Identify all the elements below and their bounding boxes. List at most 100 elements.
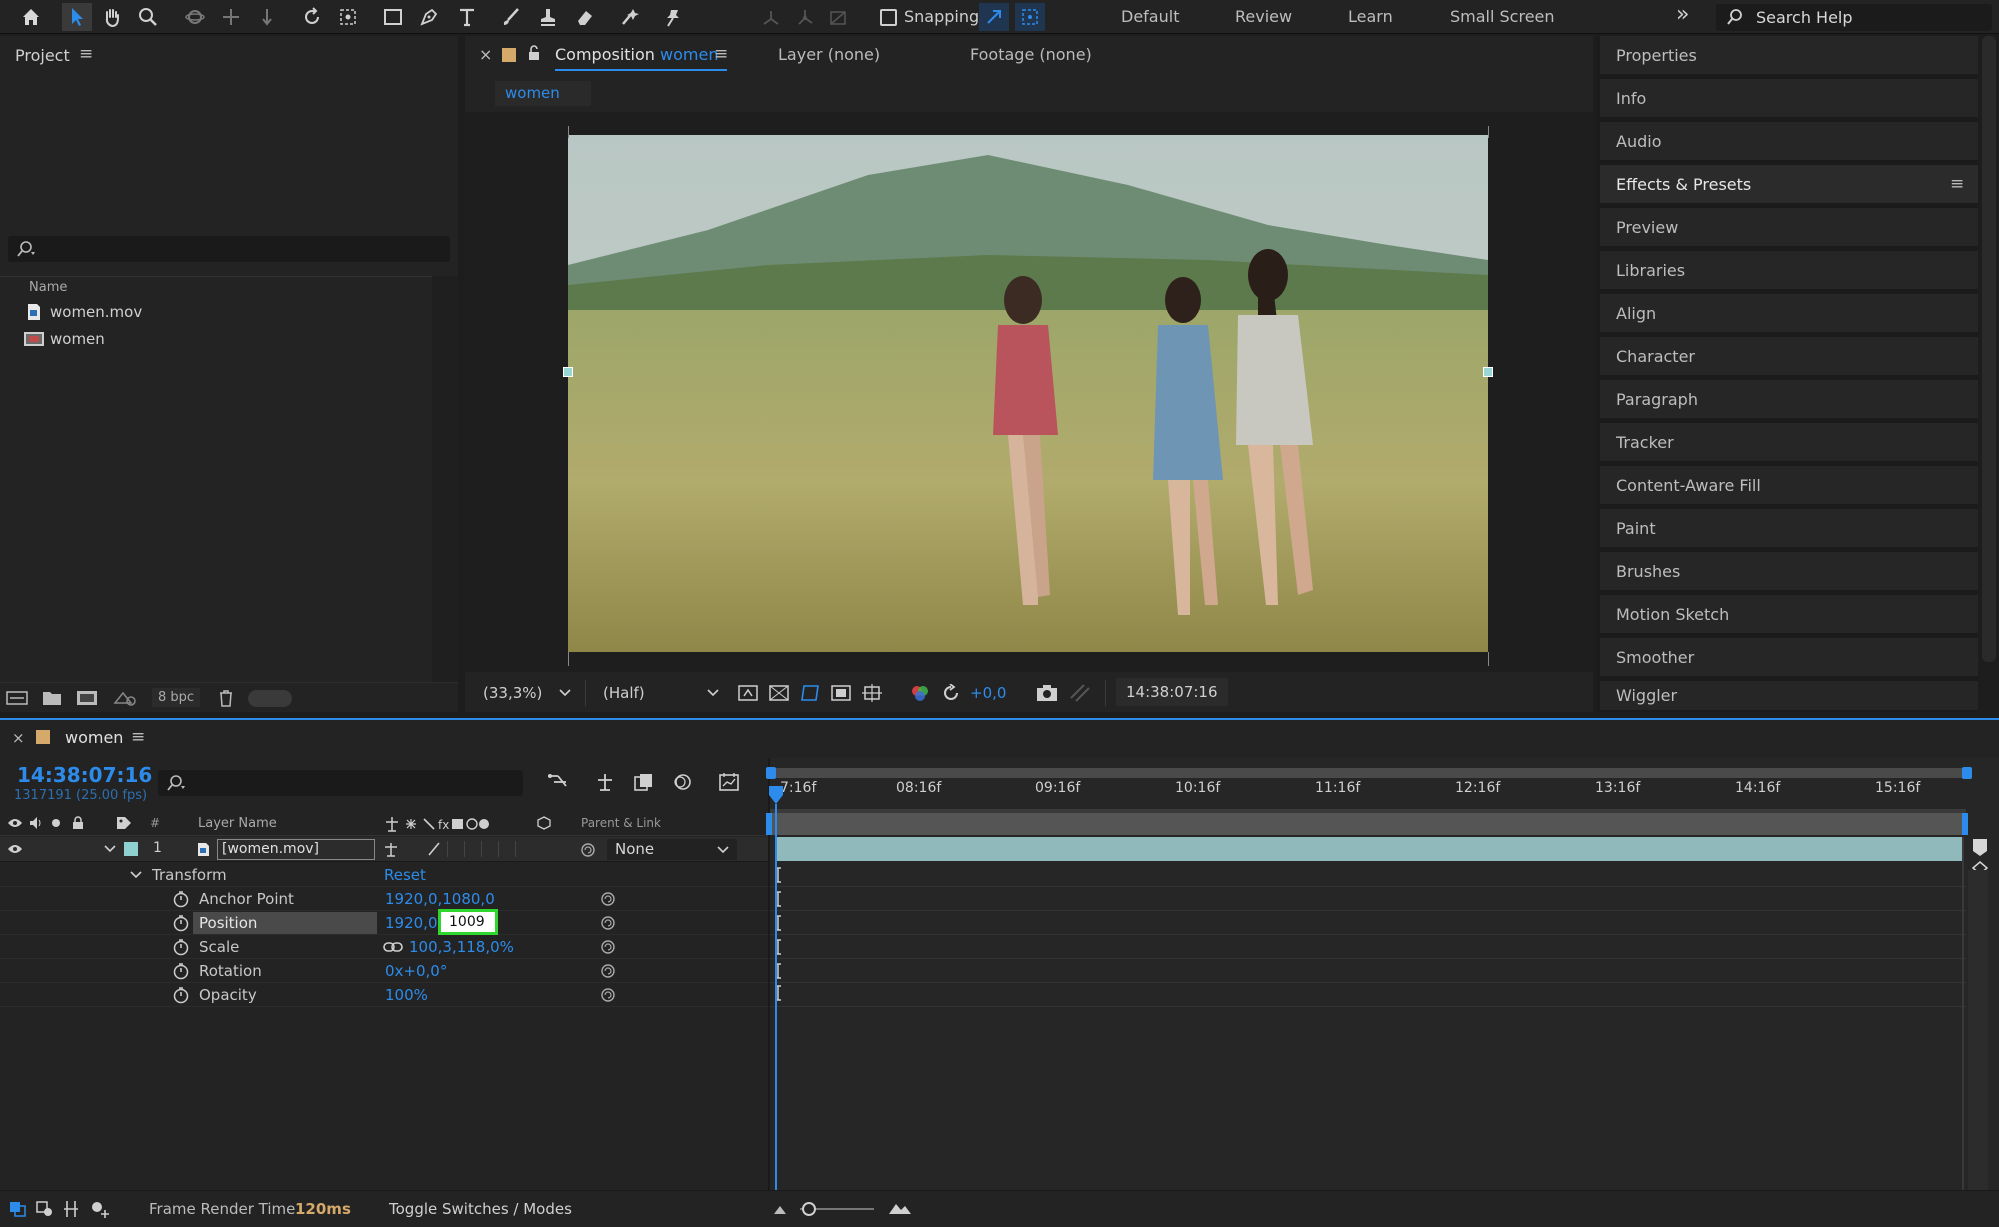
- pick-whip-icon[interactable]: [600, 987, 616, 1003]
- hand-tool-icon[interactable]: [97, 3, 127, 31]
- zoom-in-mountain-icon[interactable]: [888, 1201, 912, 1215]
- eye-icon[interactable]: [7, 817, 23, 829]
- viewer-area[interactable]: [465, 112, 1593, 672]
- eraser-tool-icon[interactable]: [570, 3, 600, 31]
- property-value[interactable]: 100%: [385, 986, 428, 1004]
- layer-switches-pane-icon[interactable]: [9, 1201, 27, 1217]
- pen-tool-icon[interactable]: [414, 3, 444, 31]
- workspace-review[interactable]: Review: [1235, 7, 1292, 26]
- comp-close-button[interactable]: ×: [479, 45, 492, 64]
- audio-icon[interactable]: [29, 816, 43, 830]
- property-row-rotation[interactable]: Rotation 0x+0,0°: [0, 959, 768, 983]
- composition-flowchart-icon[interactable]: [546, 772, 568, 792]
- axis-world-icon[interactable]: [790, 3, 820, 31]
- property-value[interactable]: 1920,0,: [385, 914, 442, 932]
- project-item[interactable]: women.mov: [0, 299, 432, 325]
- pan-camera-icon[interactable]: [216, 3, 246, 31]
- playhead-handle-icon[interactable]: [768, 785, 784, 805]
- orbit-camera-icon[interactable]: [180, 3, 210, 31]
- workspace-default[interactable]: Default: [1121, 7, 1179, 26]
- transfer-controls-pane-icon[interactable]: [36, 1201, 54, 1217]
- magnification-dropdown[interactable]: (33,3%): [475, 680, 575, 706]
- layer-name-field[interactable]: [women.mov]: [217, 839, 375, 860]
- dolly-camera-icon[interactable]: [252, 3, 282, 31]
- transparency-grid-icon[interactable]: [769, 684, 789, 702]
- property-value[interactable]: 0x+0,0°: [385, 962, 447, 980]
- snap-features-icon[interactable]: [1015, 3, 1045, 31]
- work-area-bar[interactable]: [768, 768, 1970, 778]
- property-row-scale[interactable]: Scale 100,3,118,0%: [0, 935, 768, 959]
- zoom-out-mountain-icon[interactable]: [773, 1203, 787, 1215]
- viewer-timecode[interactable]: 14:38:07:16: [1116, 678, 1228, 706]
- panel-wiggler[interactable]: Wiggler: [1600, 681, 1978, 712]
- switch-cell[interactable]: [464, 841, 481, 857]
- project-item[interactable]: women: [0, 326, 432, 352]
- lock-icon[interactable]: [527, 44, 541, 62]
- workspace-overflow-button[interactable]: »: [1676, 2, 1689, 27]
- project-panel-menu[interactable]: ≡: [79, 44, 93, 64]
- panel-align[interactable]: Align: [1600, 294, 1978, 334]
- rotation-tool-icon[interactable]: [297, 3, 327, 31]
- axis-local-icon[interactable]: [756, 3, 786, 31]
- type-tool-icon[interactable]: [452, 3, 482, 31]
- workspace-learn[interactable]: Learn: [1348, 7, 1393, 26]
- position-y-edit-field[interactable]: 1009: [438, 909, 498, 935]
- stopwatch-icon[interactable]: [172, 938, 190, 956]
- exposure-value[interactable]: +0,0: [970, 684, 1006, 702]
- quality-switch-icon[interactable]: [427, 842, 441, 856]
- comp-tab[interactable]: Composition women: [555, 45, 718, 64]
- comp-label-color[interactable]: [502, 48, 516, 62]
- lock-icon[interactable]: [72, 816, 84, 830]
- grid-guides-icon[interactable]: [862, 684, 882, 702]
- panel-effects-presets[interactable]: Effects & Presets: [1600, 165, 1978, 205]
- layer-switches[interactable]: [447, 841, 553, 857]
- pick-whip-icon[interactable]: [600, 915, 616, 931]
- in-out-pane-icon[interactable]: [63, 1200, 79, 1218]
- switch-cell[interactable]: [515, 841, 532, 857]
- snapshot-camera-icon[interactable]: [1036, 684, 1058, 702]
- property-value[interactable]: 100,3,118,0%: [409, 938, 514, 956]
- layer-handle-left[interactable]: [563, 367, 573, 377]
- property-value[interactable]: 1920,0,1080,0: [385, 890, 495, 908]
- pick-whip-icon[interactable]: [600, 939, 616, 955]
- panel-brushes[interactable]: Brushes: [1600, 552, 1978, 592]
- timeline-vertical-scrollbar[interactable]: [1968, 870, 1988, 1190]
- project-zoom-slider[interactable]: [248, 690, 292, 707]
- pick-whip-icon[interactable]: [600, 891, 616, 907]
- layer-row[interactable]: 1 [women.mov] None: [0, 837, 768, 862]
- new-composition-icon[interactable]: [76, 689, 98, 707]
- project-column-name[interactable]: Name: [29, 280, 67, 295]
- switch-cell[interactable]: [447, 841, 464, 857]
- clone-stamp-tool-icon[interactable]: [533, 3, 563, 31]
- comp-marker-icon[interactable]: [1969, 837, 1991, 857]
- render-time-pane-icon[interactable]: [90, 1200, 110, 1218]
- project-search-input[interactable]: [8, 236, 450, 262]
- show-snapshot-icon[interactable]: [1068, 684, 1090, 702]
- layer-tab[interactable]: Layer (none): [778, 45, 880, 64]
- selection-tool-icon[interactable]: [62, 3, 92, 31]
- layer-expand-chevron-icon[interactable]: [104, 845, 116, 853]
- switch-cell[interactable]: [481, 841, 498, 857]
- motion-blur-icon[interactable]: [671, 772, 693, 792]
- col-parent-link[interactable]: Parent & Link: [581, 816, 661, 830]
- composition-frame[interactable]: [568, 135, 1488, 652]
- axis-view-icon[interactable]: [823, 3, 853, 31]
- graph-editor-icon[interactable]: [718, 771, 740, 793]
- timeline-current-time[interactable]: 14:38:07:16: [17, 763, 152, 787]
- stopwatch-icon[interactable]: [172, 914, 190, 932]
- color-channels-icon[interactable]: [910, 684, 930, 702]
- work-area-end-handle[interactable]: [1962, 767, 1972, 779]
- label-tag-icon[interactable]: [116, 816, 132, 830]
- panel-info[interactable]: Info: [1600, 79, 1978, 119]
- timeline-menu[interactable]: ≡: [131, 727, 145, 747]
- layer-duration-bar[interactable]: [776, 837, 1962, 861]
- workspace-small-screen[interactable]: Small Screen: [1450, 7, 1555, 26]
- transform-reset-link[interactable]: Reset: [384, 866, 426, 884]
- comp-panel-menu[interactable]: ≡: [714, 44, 728, 64]
- panel-properties[interactable]: Properties: [1600, 36, 1978, 76]
- zoom-tool-icon[interactable]: [133, 3, 163, 31]
- region-of-interest-icon[interactable]: [831, 684, 851, 702]
- bit-depth-button[interactable]: 8 bpc: [152, 688, 201, 707]
- timeline-comp-name[interactable]: women: [65, 728, 123, 747]
- property-row-opacity[interactable]: Opacity 100%: [0, 983, 768, 1007]
